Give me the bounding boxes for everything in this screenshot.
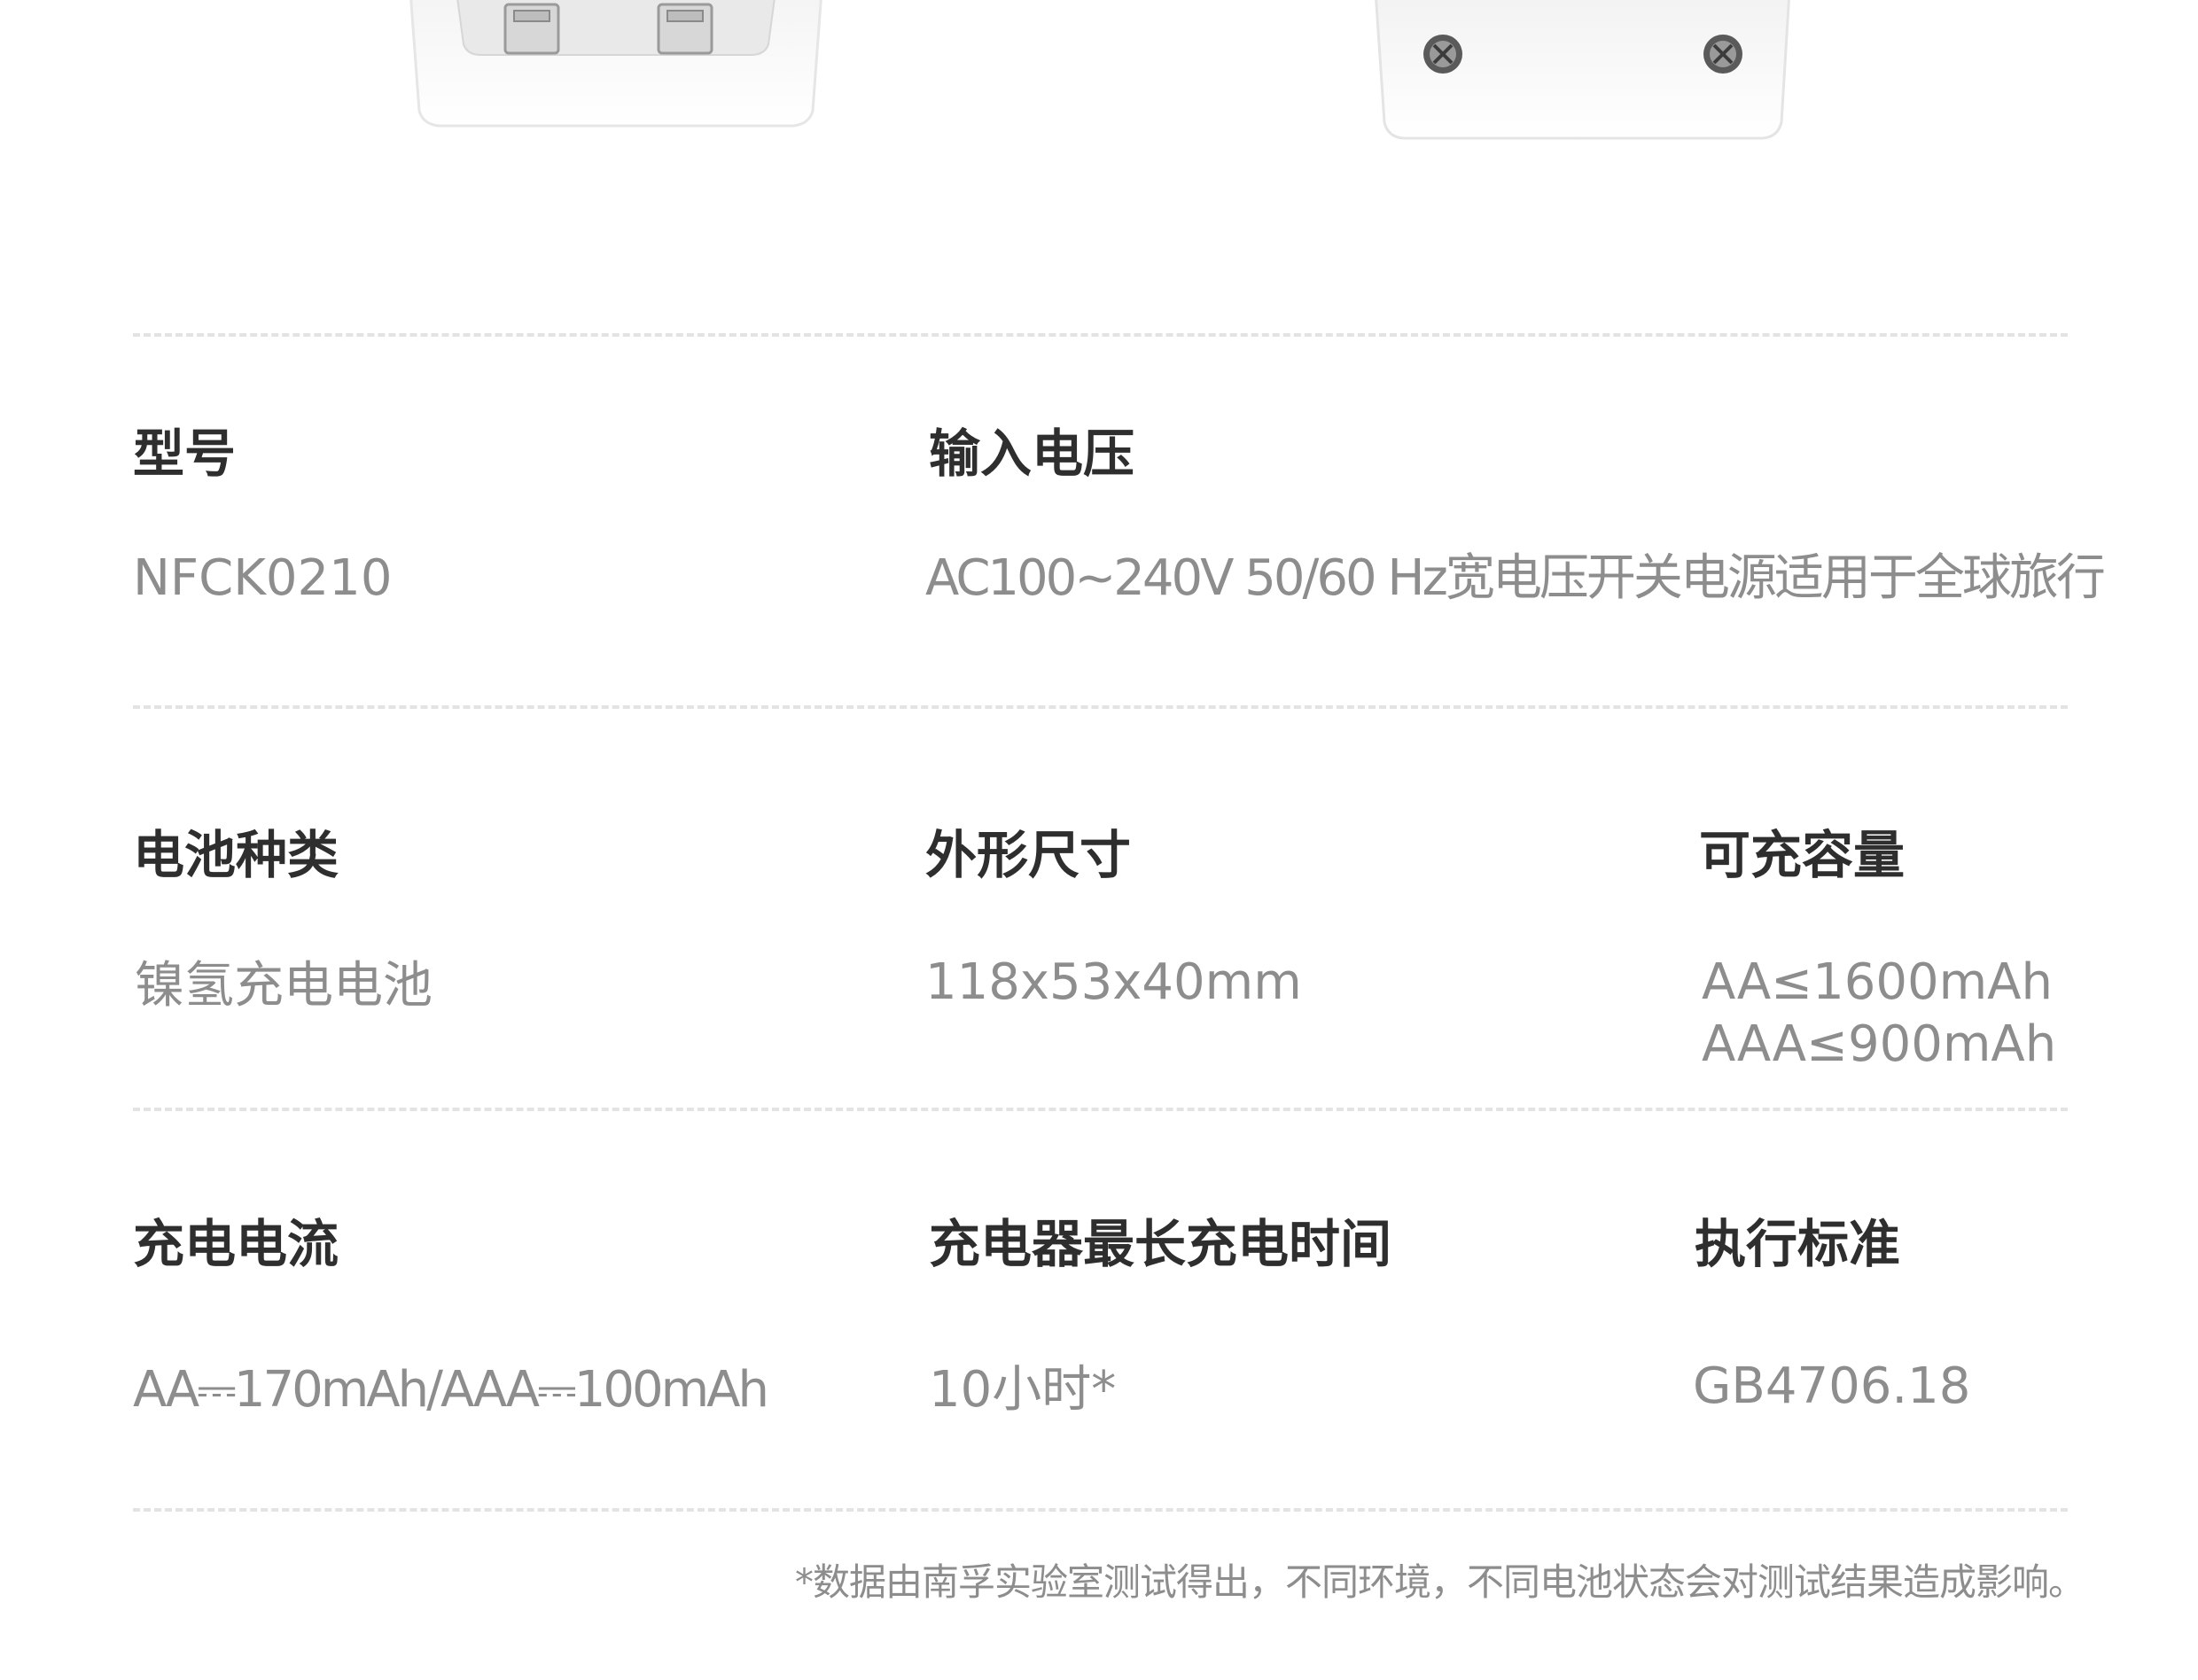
dimensions-label: 外形尺寸 <box>925 825 1132 885</box>
max-charge-time-value: 10小时* <box>929 1361 1117 1419</box>
dimensions-value: 118x53x40mm <box>925 953 1302 1011</box>
divider <box>133 1108 2068 1111</box>
standard-label: 执行标准 <box>1695 1214 1901 1274</box>
charger-back-image <box>1375 0 1790 140</box>
battery-type-value: 镍氢充电电池 <box>135 957 433 1015</box>
test-data-footnote: *数据由南孚实验室测试得出，不同环境，不同电池状态会对测试结果造成影响。 <box>794 1560 2085 1604</box>
model-label: 型号 <box>133 424 237 484</box>
standard-value: GB4706.18 <box>1693 1357 1971 1415</box>
divider <box>133 333 2068 337</box>
capacity-label: 可充容量 <box>1699 825 1906 885</box>
model-value: NFCK0210 <box>133 549 393 607</box>
input-voltage-label: 输入电压 <box>929 424 1135 484</box>
input-voltage-value: AC100~240V 50/60 Hz宽电压开关电源适用于全球旅行 <box>925 549 2106 607</box>
divider <box>133 1508 2068 1512</box>
product-spec-page: 型号 NFCK0210 输入电压 AC100~240V 50/60 Hz宽电压开… <box>0 0 2198 1680</box>
battery-type-label: 电池种类 <box>133 825 339 885</box>
charge-current-label: 充电电流 <box>133 1214 339 1274</box>
charge-current-value: AA⎓170mAh/AAA⎓100mAh <box>133 1361 769 1419</box>
max-charge-time-label: 充电器最长充电时间 <box>929 1214 1392 1274</box>
capacity-value-aa: AA≤1600mAh <box>1702 953 2053 1011</box>
capacity-value-aaa: AAA≤900mAh <box>1702 1015 2057 1073</box>
divider <box>133 705 2068 709</box>
charger-front-image <box>409 0 822 128</box>
